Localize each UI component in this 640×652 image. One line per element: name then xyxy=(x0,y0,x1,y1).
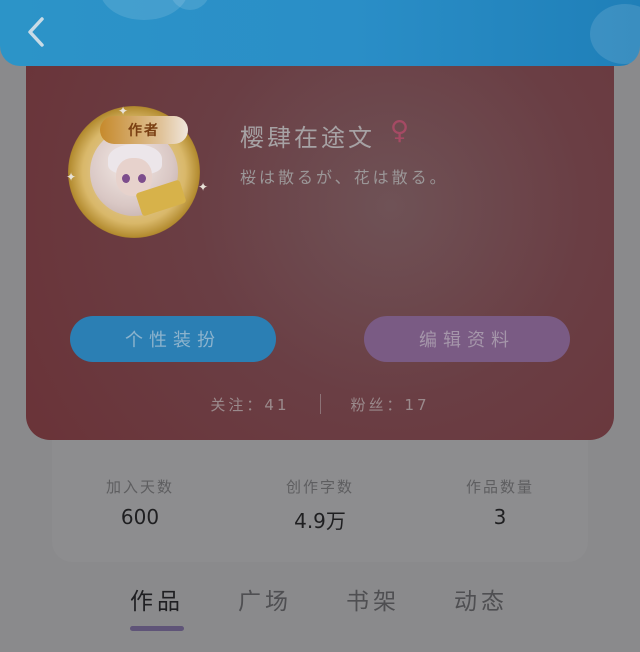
stat-join-days: 加入天数 600 xyxy=(70,476,210,529)
sparkle-icon: ✦ xyxy=(198,180,209,194)
active-tab-indicator xyxy=(130,626,184,631)
divider xyxy=(319,394,321,414)
stats-card: 加入天数 600 创作字数 4.9万 作品数量 3 xyxy=(52,432,588,562)
stat-label: 作品数量 xyxy=(465,478,534,496)
avatar-eye xyxy=(138,174,146,183)
stat-label: 创作字数 xyxy=(285,478,354,496)
stat-value: 4.9万 xyxy=(294,509,346,533)
tab-activity[interactable]: 动态 xyxy=(446,582,516,616)
tab-works[interactable]: 作品 xyxy=(122,582,192,616)
stat-value: 3 xyxy=(493,505,507,529)
female-icon: ♀ xyxy=(390,116,410,146)
avatar-eye xyxy=(122,174,130,183)
tab-square[interactable]: 广场 xyxy=(230,582,300,616)
decor-bubble xyxy=(590,4,640,64)
tab-bar: 作品 广场 书架 动态 xyxy=(0,576,640,652)
tab-bookshelf[interactable]: 书架 xyxy=(338,582,408,616)
fans-count[interactable]: 粉丝：17 xyxy=(351,394,430,415)
follow-stats: 关注：41 粉丝：17 xyxy=(26,392,614,416)
stat-word-count: 创作字数 4.9万 xyxy=(250,476,390,534)
profile-card: ✦ ✦ ✦ 作者 樱肆在途文 ♀ 桜は散るが、花は散る。 个性装扮 编辑资料 关… xyxy=(26,50,614,440)
personal-dress-button[interactable]: 个性装扮 xyxy=(70,316,276,362)
stat-label: 加入天数 xyxy=(105,478,174,496)
top-bar xyxy=(0,0,640,66)
author-badge: 作者 xyxy=(100,116,188,144)
back-button[interactable] xyxy=(16,12,56,52)
stat-value: 600 xyxy=(120,505,160,529)
signature: 桜は散るが、花は散る。 xyxy=(240,168,449,187)
sparkle-icon: ✦ xyxy=(66,170,77,184)
following-count[interactable]: 关注：41 xyxy=(210,394,289,415)
username: 樱肆在途文 xyxy=(240,124,375,152)
chevron-left-icon xyxy=(28,17,44,47)
stat-works-count: 作品数量 3 xyxy=(430,476,570,529)
edit-profile-button[interactable]: 编辑资料 xyxy=(364,316,570,362)
